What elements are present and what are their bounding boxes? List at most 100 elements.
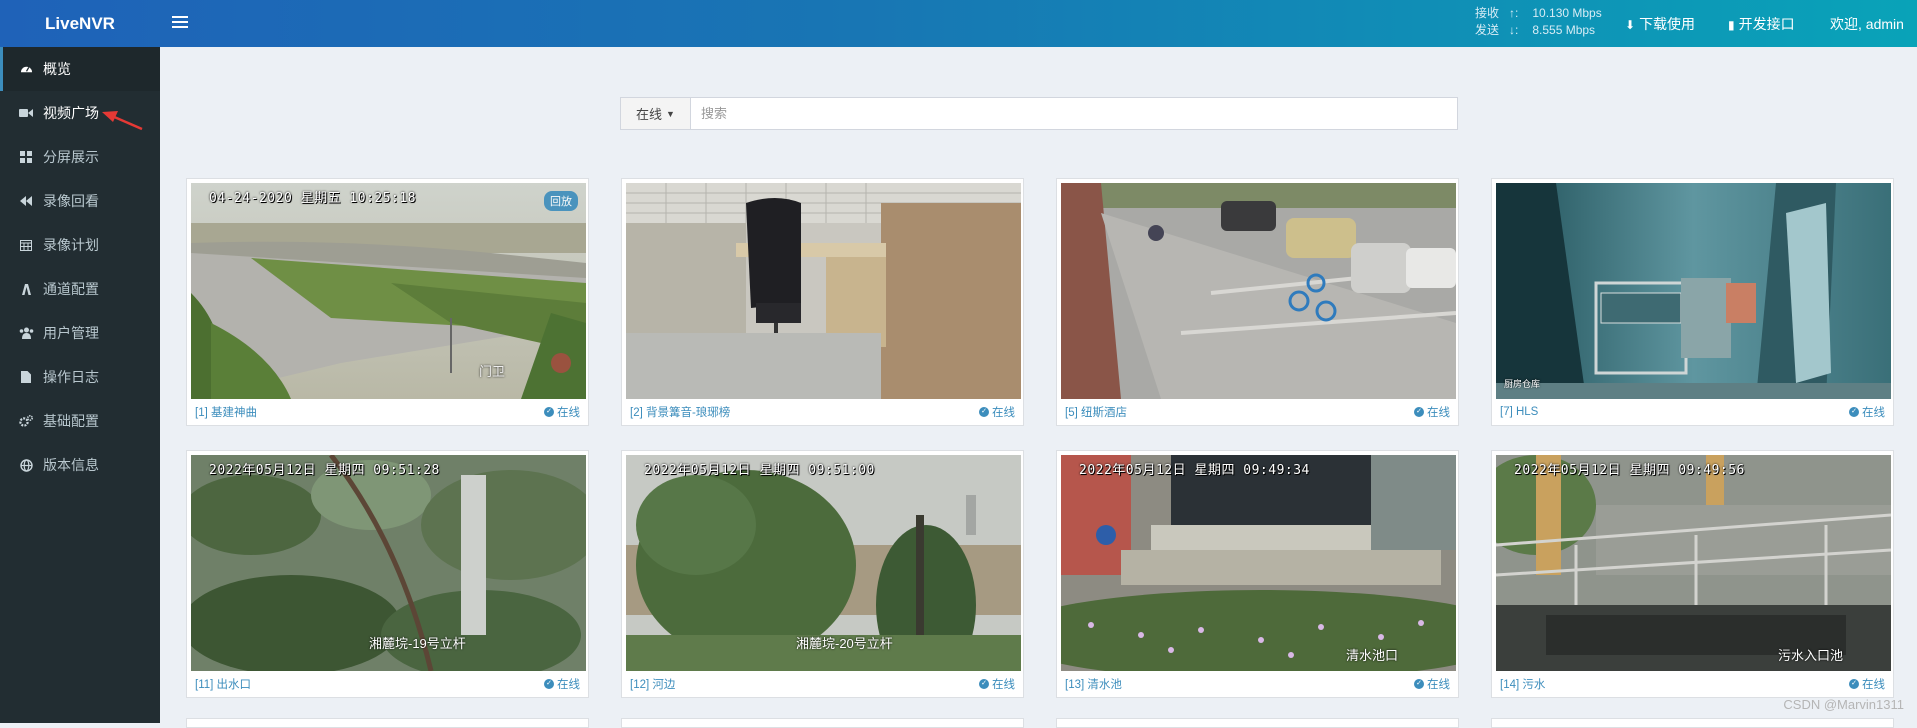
- camera-card[interactable]: 2022年05月12日 星期四 09:51:00 湘麓垸-20号立杆 [12] …: [621, 450, 1024, 698]
- camera-name[interactable]: [14] 污水: [1500, 676, 1545, 692]
- camera-name[interactable]: [5] 纽斯酒店: [1065, 404, 1127, 420]
- cogs-icon: [18, 413, 34, 429]
- camera-caption: 门卫: [479, 364, 506, 379]
- camera-card-partial[interactable]: [621, 718, 1024, 728]
- camera-snapshot[interactable]: 2022年05月12日 星期四 09:49:56 污水入口池: [1496, 455, 1891, 671]
- camera-status: ✓ 在线: [979, 676, 1015, 692]
- camera-card[interactable]: 厨房仓库 [7] HLS ✓ 在线: [1491, 178, 1894, 426]
- camera-name[interactable]: [12] 河边: [630, 676, 675, 692]
- camera-card-partial[interactable]: [186, 718, 589, 728]
- camera-card[interactable]: 2022年05月12日 星期四 09:51:28 湘麓垸-19号立杆 [11] …: [186, 450, 589, 698]
- status-text: 在线: [1862, 679, 1885, 691]
- sidebar-item-label: 通道配置: [43, 281, 99, 297]
- camera-card[interactable]: [5] 纽斯酒店 ✓ 在线: [1056, 178, 1459, 426]
- camera-snapshot[interactable]: 2022年05月12日 星期四 09:49:34 清水池口: [1061, 455, 1456, 671]
- camera-card[interactable]: 2022年05月12日 星期四 09:49:34 清水池口 [13] 清水池 ✓…: [1056, 450, 1459, 698]
- upload-arrow-icon: ↑:: [1509, 6, 1519, 20]
- camera-snapshot[interactable]: [626, 183, 1021, 399]
- camera-caption: 湘麓垸-19号立杆: [369, 636, 466, 651]
- status-text: 在线: [992, 679, 1015, 691]
- annotation-arrow-icon: [102, 111, 143, 131]
- camera-snapshot[interactable]: 厨房仓库: [1496, 183, 1891, 399]
- app-logo[interactable]: LiveNVR: [0, 0, 160, 47]
- card-footer: [5] 纽斯酒店 ✓ 在线: [1065, 403, 1450, 421]
- sidebar-item-record-plan[interactable]: 录像计划: [0, 223, 160, 267]
- calendar-icon: [18, 237, 34, 253]
- api-link[interactable]: ▮ 开发接口: [1728, 14, 1795, 34]
- camera-snapshot[interactable]: 2022年05月12日 星期四 09:51:28 湘麓垸-19号立杆: [191, 455, 586, 671]
- camera-card[interactable]: 2022年05月12日 星期四 09:49:56 污水入口池 [14] 污水 ✓…: [1491, 450, 1894, 698]
- user-menu[interactable]: 欢迎, admin: [1830, 14, 1904, 34]
- camera-card[interactable]: [2] 背景篝音-琅琊榜 ✓ 在线: [621, 178, 1024, 426]
- camera-status: ✓ 在线: [1849, 404, 1885, 420]
- status-filter-dropdown[interactable]: 在线 ▼: [621, 98, 691, 129]
- status-filter-value: 在线: [636, 107, 663, 122]
- sidebar-item-label: 录像计划: [43, 237, 99, 253]
- sidebar-item-label: 视频广场: [43, 105, 99, 121]
- status-text: 在线: [1427, 679, 1450, 691]
- search-input[interactable]: [691, 98, 1457, 129]
- download-link[interactable]: ⬇ 下载使用: [1625, 14, 1695, 34]
- check-circle-icon: ✓: [544, 407, 554, 417]
- camera-name[interactable]: [11] 出水口: [195, 676, 251, 692]
- camera-status: ✓ 在线: [544, 676, 580, 692]
- download-icon: ⬇: [1625, 18, 1636, 32]
- camera-osd-timestamp: 2022年05月12日 星期四 09:51:00: [644, 463, 875, 478]
- network-stats: 接收 ↑: 10.130 Mbps 发送 ↓: 8.555 Mbps: [1475, 5, 1602, 39]
- check-circle-icon: ✓: [544, 679, 554, 689]
- sidebar-item-channel-config[interactable]: 通道配置: [0, 267, 160, 311]
- camera-card[interactable]: 04-24-2020 星期五 10:25:18 回放 门卫 [1] 基建神曲 ✓…: [186, 178, 589, 426]
- file-icon: [18, 369, 34, 385]
- book-icon: ▮: [1728, 18, 1735, 32]
- sidebar-item-label: 操作日志: [43, 369, 99, 385]
- card-footer: [13] 清水池 ✓ 在线: [1065, 675, 1450, 693]
- camera-snapshot[interactable]: 2022年05月12日 星期四 09:51:00 湘麓垸-20号立杆: [626, 455, 1021, 671]
- download-arrow-icon: ↓:: [1509, 23, 1519, 37]
- sidebar-item-overview[interactable]: 概览: [0, 47, 160, 91]
- sidebar-item-split-screen[interactable]: 分屏展示: [0, 135, 160, 179]
- camera-caption: 厨房仓库: [1504, 379, 1541, 389]
- api-label: 开发接口: [1738, 16, 1795, 32]
- download-label: 下载使用: [1639, 16, 1696, 32]
- sidebar: 概览 视频广场 分屏展示 录像回看 录像计划 通道配置 用户管理 操作日志 基础…: [0, 47, 160, 723]
- top-navbar: LiveNVR 接收 ↑: 10.130 Mbps 发送 ↓: 8.555 Mbps…: [0, 0, 1917, 47]
- camera-name[interactable]: [7] HLS: [1500, 406, 1538, 418]
- sidebar-item-version-info[interactable]: 版本信息: [0, 443, 160, 487]
- sidebar-item-label: 分屏展示: [43, 149, 99, 165]
- card-footer: [2] 背景篝音-琅琊榜 ✓ 在线: [630, 403, 1015, 421]
- sidebar-item-operation-log[interactable]: 操作日志: [0, 355, 160, 399]
- status-text: 在线: [557, 407, 580, 419]
- watermark: CSDN @Marvin1311: [1783, 697, 1904, 712]
- status-text: 在线: [557, 679, 580, 691]
- card-footer: [7] HLS ✓ 在线: [1500, 403, 1885, 421]
- sidebar-item-label: 用户管理: [43, 325, 99, 341]
- check-circle-icon: ✓: [979, 679, 989, 689]
- camera-name[interactable]: [2] 背景篝音-琅琊榜: [630, 404, 730, 420]
- sidebar-item-playback[interactable]: 录像回看: [0, 179, 160, 223]
- search-bar: 在线 ▼: [620, 97, 1458, 130]
- rewind-icon: [18, 193, 34, 209]
- camera-osd-timestamp: 2022年05月12日 星期四 09:49:56: [1514, 463, 1745, 478]
- check-circle-icon: ✓: [1414, 407, 1424, 417]
- camera-card-partial[interactable]: [1056, 718, 1459, 728]
- camera-caption: 清水池口: [1346, 648, 1399, 663]
- channel-icon: [18, 281, 34, 297]
- sidebar-item-user-management[interactable]: 用户管理: [0, 311, 160, 355]
- playback-badge[interactable]: 回放: [544, 191, 578, 211]
- camera-caption: 污水入口池: [1778, 648, 1844, 663]
- check-circle-icon: ✓: [1849, 407, 1859, 417]
- recv-value: 10.130 Mbps: [1532, 6, 1602, 20]
- camera-name[interactable]: [13] 清水池: [1065, 676, 1122, 692]
- sidebar-item-basic-config[interactable]: 基础配置: [0, 399, 160, 443]
- camera-status: ✓ 在线: [1414, 404, 1450, 420]
- sidebar-item-label: 概览: [43, 61, 71, 77]
- send-value: 8.555 Mbps: [1532, 23, 1596, 37]
- check-circle-icon: ✓: [1849, 679, 1859, 689]
- camera-caption: 湘麓垸-20号立杆: [796, 636, 893, 651]
- camera-snapshot[interactable]: 04-24-2020 星期五 10:25:18 回放 门卫: [191, 183, 586, 399]
- recv-label: 接收: [1475, 6, 1500, 20]
- camera-name[interactable]: [1] 基建神曲: [195, 404, 257, 420]
- camera-snapshot[interactable]: [1061, 183, 1456, 399]
- camera-card-partial[interactable]: [1491, 718, 1894, 728]
- menu-toggle-icon[interactable]: [172, 13, 188, 29]
